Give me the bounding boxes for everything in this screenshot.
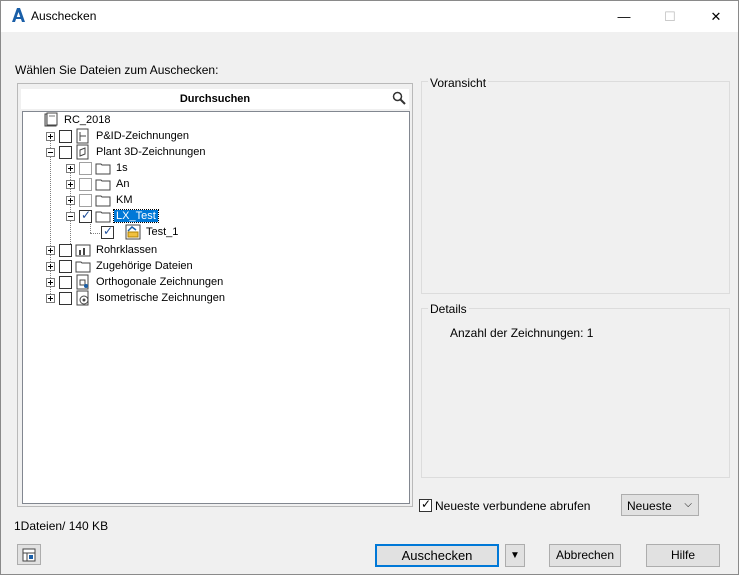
folder-icon	[95, 179, 111, 191]
tree-item-test1[interactable]: Test_1	[101, 224, 180, 240]
tree-item-label: P&ID-Zeichnungen	[96, 130, 189, 142]
expand-toggle[interactable]	[46, 293, 55, 303]
latest-linked-label[interactable]: Neueste verbundene abrufen	[435, 499, 590, 513]
expand-toggle[interactable]	[66, 179, 75, 189]
expand-toggle[interactable]	[46, 245, 55, 255]
latest-linked-checkbox[interactable]	[419, 497, 432, 512]
tree-checkbox[interactable]	[59, 291, 72, 305]
tree-root[interactable]: RC_2018	[43, 112, 112, 128]
project-tree[interactable]: RC_2018 P&ID-Zeichnungen Plant 3D-Zeichn…	[22, 111, 410, 504]
project-book-icon	[44, 112, 58, 127]
tree-checkbox[interactable]	[79, 161, 92, 175]
magnifier-icon[interactable]	[392, 91, 406, 105]
ortho-drawings-icon	[76, 274, 89, 290]
title-bar: Auschecken — ☐ ✕	[1, 1, 738, 32]
search-label: Durchsuchen	[179, 93, 251, 105]
tree-checkbox[interactable]	[59, 259, 72, 273]
checkout-dialog: Auschecken — ☐ ✕ Wählen Sie Dateien zum …	[0, 0, 739, 575]
settings-grid-icon	[22, 548, 36, 561]
version-dropdown[interactable]: Neueste ⌵	[621, 494, 699, 516]
tree-item-label: Isometrische Zeichnungen	[96, 292, 226, 304]
folder-icon	[95, 211, 111, 223]
pid-drawings-icon	[76, 128, 89, 144]
iso-drawings-icon	[76, 290, 89, 306]
tree-item-label: 1s	[116, 162, 128, 174]
tree-item-label: An	[116, 178, 130, 190]
tree-item-label: Orthogonale Zeichnungen	[96, 276, 224, 288]
drawing-file-icon	[125, 224, 141, 240]
tree-item-label: Test_1	[146, 226, 179, 238]
tree-item-iso[interactable]: Isometrische Zeichnungen	[46, 290, 227, 306]
file-selection-panel: Durchsuchen RC_2018 P&ID-Zeichnungen Pla…	[17, 83, 413, 507]
tree-item-1s[interactable]: 1s	[66, 160, 130, 176]
tree-item-an[interactable]: An	[66, 176, 131, 192]
details-title: Details	[428, 302, 469, 316]
tree-checkbox[interactable]	[79, 208, 92, 223]
folder-icon	[95, 163, 111, 175]
minimize-button[interactable]: —	[601, 1, 647, 32]
dropdown-value: Neueste	[627, 499, 672, 513]
tree-item-plant3d[interactable]: Plant 3D-Zeichnungen	[46, 144, 207, 160]
preview-group	[421, 81, 730, 294]
tree-item-rohrklassen[interactable]: Rohrklassen	[46, 242, 159, 258]
cancel-button[interactable]: Abbrechen	[549, 544, 621, 567]
tree-item-label-selected: LX_Test	[113, 209, 159, 223]
expand-toggle[interactable]	[46, 261, 55, 271]
instruction-label: Wählen Sie Dateien zum Auschecken:	[15, 63, 219, 77]
tree-item-pid[interactable]: P&ID-Zeichnungen	[46, 128, 191, 144]
preview-title: Voransicht	[428, 76, 489, 90]
tree-item-ortho[interactable]: Orthogonale Zeichnungen	[46, 274, 225, 290]
tree-item-km[interactable]: KM	[66, 192, 135, 208]
tree-item-label: Plant 3D-Zeichnungen	[96, 146, 206, 158]
tree-item-label: KM	[116, 194, 133, 206]
pipe-spec-icon	[75, 244, 91, 257]
tree-root-label: RC_2018	[64, 114, 111, 126]
collapse-toggle[interactable]	[66, 211, 75, 221]
chevron-down-icon: ⌵	[684, 499, 692, 510]
tree-checkbox[interactable]	[79, 193, 92, 207]
autocad-a-icon	[12, 8, 25, 22]
checkout-options-dropdown[interactable]: ▼	[505, 544, 525, 567]
file-size-status: 1Dateien/ 140 KB	[14, 519, 109, 533]
tree-checkbox[interactable]	[79, 177, 92, 191]
collapse-toggle[interactable]	[46, 147, 55, 157]
tree-item-related-files[interactable]: Zugehörige Dateien	[46, 258, 195, 274]
tree-checkbox[interactable]	[59, 275, 72, 289]
tree-checkbox[interactable]	[101, 224, 114, 239]
expand-toggle[interactable]	[66, 163, 75, 173]
tree-checkbox[interactable]	[59, 243, 72, 257]
options-button[interactable]	[17, 544, 41, 565]
window-title: Auschecken	[31, 9, 97, 23]
checkout-button[interactable]: Auschecken	[375, 544, 499, 567]
tree-item-lx-test[interactable]: LX_Test	[66, 208, 159, 224]
close-button[interactable]: ✕	[693, 1, 739, 32]
folder-icon	[75, 261, 91, 273]
plant3d-drawings-icon	[76, 144, 89, 160]
maximize-button[interactable]: ☐	[647, 1, 693, 32]
tree-item-label: Zugehörige Dateien	[96, 260, 193, 272]
search-header[interactable]: Durchsuchen	[21, 89, 409, 109]
expand-toggle[interactable]	[66, 195, 75, 205]
help-button[interactable]: Hilfe	[646, 544, 720, 567]
tree-checkbox[interactable]	[59, 145, 72, 159]
tree-checkbox[interactable]	[59, 129, 72, 143]
folder-icon	[95, 195, 111, 207]
tree-item-label: Rohrklassen	[96, 244, 158, 256]
expand-toggle[interactable]	[46, 277, 55, 287]
drawing-count-text: Anzahl der Zeichnungen: 1	[450, 326, 594, 340]
expand-toggle[interactable]	[46, 131, 55, 141]
